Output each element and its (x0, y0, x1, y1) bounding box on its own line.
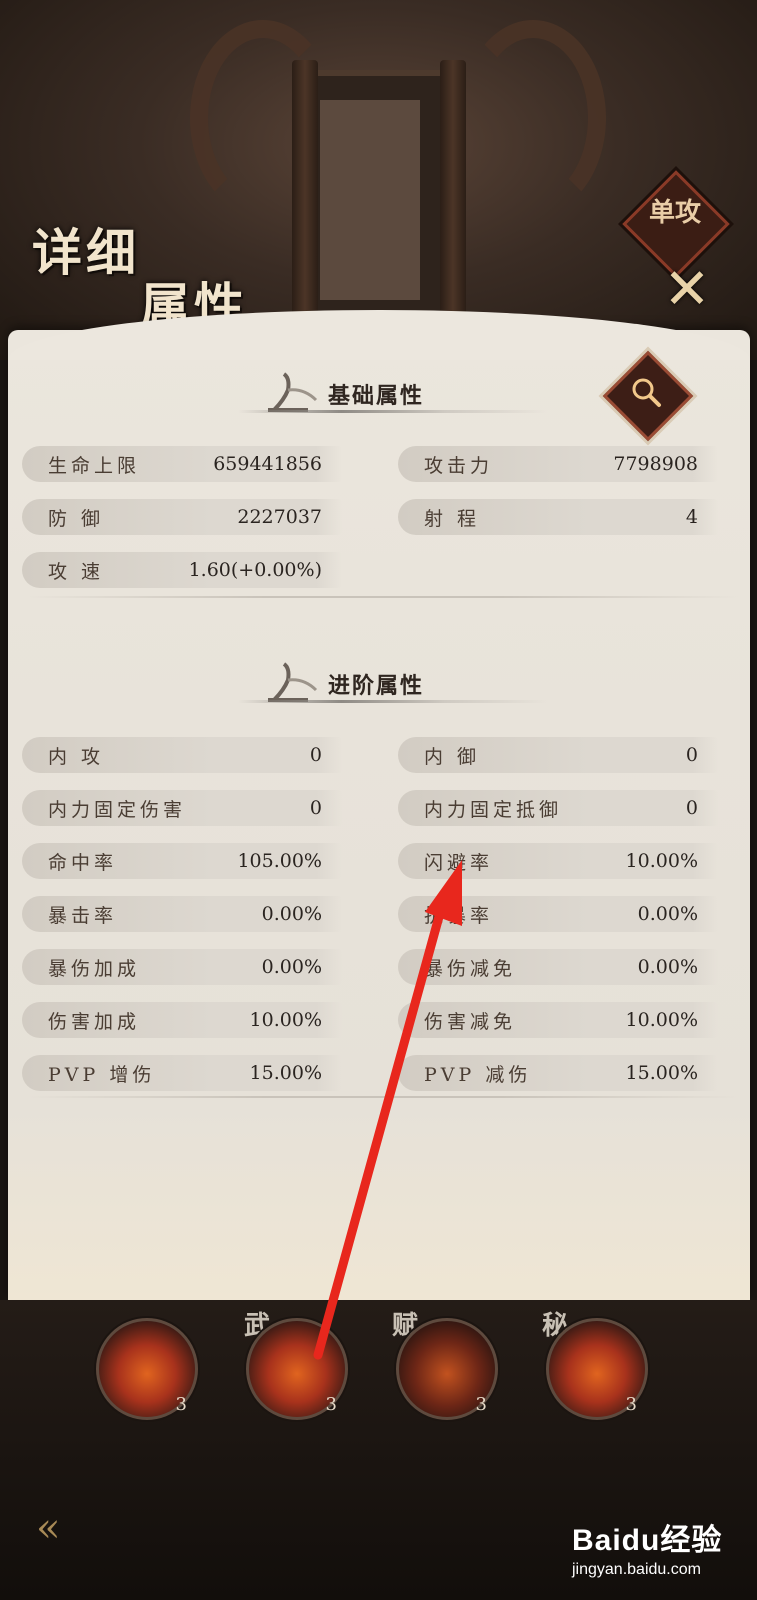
stat-value: 15.00% (249, 1062, 322, 1084)
stat-value: 1.60(+0.00%) (188, 559, 322, 581)
stat-row-hp: 生命上限 659441856 (22, 446, 342, 482)
stat-label: 命中率 (48, 851, 118, 874)
stat-label: 内 御 (424, 745, 481, 768)
stat-value: 105.00% (237, 850, 322, 872)
stat-label: PVP 增伤 (48, 1063, 156, 1086)
skill-level: 3 (625, 1394, 637, 1415)
stat-row: 抗暴率 0.00% (398, 896, 718, 932)
watermark: Baidu经验 jingyan.baidu.com (572, 1515, 752, 1585)
stat-value: 10.00% (625, 1009, 698, 1031)
stat-value: 4 (685, 506, 698, 528)
stat-row: 闪避率 10.00% (398, 843, 718, 879)
magnifier-icon (632, 378, 661, 407)
stat-value: 10.00% (625, 850, 698, 872)
stat-row: 暴击率 0.00% (22, 896, 342, 932)
page-title-line1: 详细 (32, 223, 140, 282)
section-underline (238, 410, 548, 413)
skill-slot-2[interactable]: 3 (246, 1318, 348, 1420)
stat-row: PVP 减伤 15.00% (398, 1055, 718, 1091)
stat-value: 0.00% (637, 956, 698, 978)
basic-section-title: 基础属性 (328, 383, 425, 409)
stat-row: 伤害减免 10.00% (398, 1002, 718, 1038)
stat-row: 内力固定抵御 0 (398, 790, 718, 826)
stat-value: 0 (309, 744, 322, 766)
stat-value: 0 (685, 744, 698, 766)
stat-row: 伤害加成 10.00% (22, 1002, 342, 1038)
stat-row: 命中率 105.00% (22, 843, 342, 879)
skill-level: 3 (475, 1394, 487, 1415)
stat-value: 0.00% (261, 903, 322, 925)
watermark-url: jingyan.baidu.com (572, 1561, 701, 1578)
stat-value: 10.00% (249, 1009, 322, 1031)
stat-label: 暴伤减免 (424, 957, 517, 980)
stat-value: 0 (685, 797, 698, 819)
tab-single-attack[interactable]: 单攻 (645, 198, 705, 228)
skill-slot-3[interactable]: 3 (396, 1318, 498, 1420)
stat-label: 伤害减免 (424, 1010, 517, 1033)
background-ornament (460, 20, 606, 216)
stat-label: 防 御 (48, 507, 105, 530)
stat-value: 15.00% (625, 1062, 698, 1084)
stat-label: 攻击力 (424, 454, 494, 477)
stat-value: 0 (309, 797, 322, 819)
stat-label: 内 攻 (48, 745, 105, 768)
back-arrow-icon[interactable]: « (36, 1505, 106, 1551)
stat-label: 暴伤加成 (48, 957, 141, 980)
stat-row: 暴伤减免 0.00% (398, 949, 718, 985)
stat-label: 内力固定伤害 (48, 798, 187, 821)
stat-value: 659441856 (213, 453, 322, 475)
skill-level: 3 (325, 1394, 337, 1415)
stat-row: PVP 增伤 15.00% (22, 1055, 342, 1091)
section-divider (28, 1096, 738, 1098)
stat-row: 内 御 0 (398, 737, 718, 773)
advanced-section-title: 进阶属性 (328, 673, 425, 699)
stat-row-attack: 攻击力 7798908 (398, 446, 718, 482)
stat-label: 攻 速 (48, 560, 105, 583)
stat-label: 暴击率 (48, 904, 118, 927)
stat-label: 生命上限 (48, 454, 141, 477)
skill-slot-1[interactable]: 3 (96, 1318, 198, 1420)
stat-label: 射 程 (424, 507, 481, 530)
stat-value: 7798908 (613, 453, 698, 475)
stat-value: 0.00% (261, 956, 322, 978)
stat-row-defense: 防 御 2227037 (22, 499, 342, 535)
stat-value: 0.00% (637, 903, 698, 925)
stat-label: 内力固定抵御 (424, 798, 563, 821)
stat-row: 暴伤加成 0.00% (22, 949, 342, 985)
stat-row: 内力固定伤害 0 (22, 790, 342, 826)
background-ornament (190, 20, 336, 216)
stat-label: 抗暴率 (424, 904, 494, 927)
section-divider (28, 596, 738, 598)
close-button[interactable]: ✕ (660, 257, 714, 322)
stat-label: PVP 减伤 (424, 1063, 532, 1086)
section-underline (238, 700, 548, 703)
stat-value: 2227037 (237, 506, 322, 528)
stat-label: 伤害加成 (48, 1010, 141, 1033)
stat-row-attack-speed: 攻 速 1.60(+0.00%) (22, 552, 342, 588)
stat-label: 闪避率 (424, 851, 494, 874)
advanced-section-header: 进阶属性 (8, 660, 750, 710)
skill-slot-4[interactable]: 3 (546, 1318, 648, 1420)
stat-row-range: 射 程 4 (398, 499, 718, 535)
watermark-brand: Baidu经验 (572, 1524, 723, 1557)
skill-level: 3 (175, 1394, 187, 1415)
stat-row: 内 攻 0 (22, 737, 342, 773)
